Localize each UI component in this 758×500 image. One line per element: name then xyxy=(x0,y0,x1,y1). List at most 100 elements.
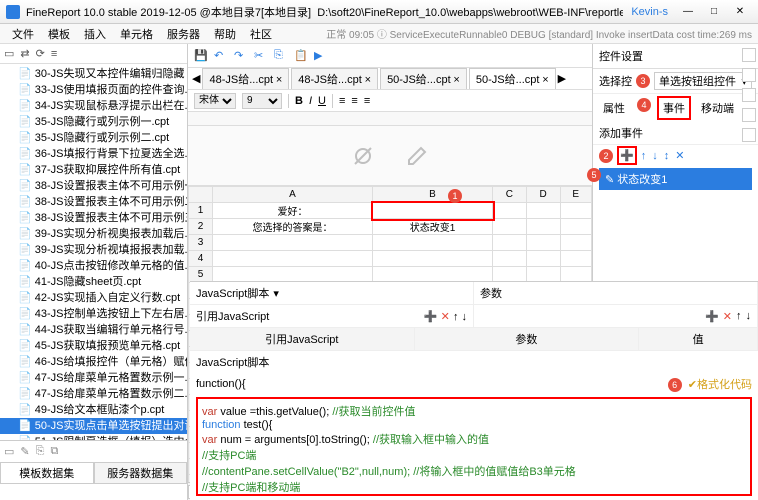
cell[interactable] xyxy=(493,251,527,267)
move-up-icon[interactable]: ↑ xyxy=(641,150,647,162)
side-icon[interactable] xyxy=(742,88,756,102)
widget-select[interactable]: 单选按钮组控件▾ xyxy=(654,72,752,90)
tree-item[interactable]: 📄 49-JS给文本框贴漆个p.cpt xyxy=(0,402,187,418)
format-code-button[interactable]: ✔格式化代码 xyxy=(688,379,752,391)
tree-item[interactable]: 📄 38-JS设置报表主体不可用示例三 xyxy=(0,210,187,226)
file-tree[interactable]: 📄 30-JS失现又本控件编辑归隐藏📄 33-JS使用填报页面的控件查询.cpt… xyxy=(0,64,187,440)
cell[interactable] xyxy=(560,251,591,267)
ds-copy-icon[interactable]: ⧉ xyxy=(50,445,58,458)
move-down-icon[interactable]: ↓ xyxy=(652,150,658,162)
user-link[interactable]: Kevin-s xyxy=(631,6,668,18)
side-icon[interactable] xyxy=(742,48,756,62)
tab-mobile[interactable]: 移动端 xyxy=(697,98,738,118)
cell[interactable] xyxy=(526,203,560,219)
tab-property[interactable]: 属性 xyxy=(599,98,629,118)
tabs-scroll-right[interactable]: ▶ xyxy=(558,72,566,85)
add-event-button[interactable]: ➕ xyxy=(619,148,635,163)
event-item[interactable]: ✎ 状态改变1 xyxy=(599,168,752,190)
sort-icon[interactable]: ↕ xyxy=(664,150,670,162)
add-icon[interactable]: ➕ xyxy=(424,311,438,323)
remove-icon[interactable]: ✕ xyxy=(723,310,732,323)
tree-item[interactable]: 📄 33-JS使用填报页面的控件查询.cpt xyxy=(0,82,187,98)
cell[interactable] xyxy=(493,219,527,235)
tree-item[interactable]: 📄 39-JS实现分析视填报报表加载.t xyxy=(0,242,187,258)
remove-icon[interactable]: ✕ xyxy=(441,311,450,323)
doc-tab[interactable]: 48-JS给...cpt × xyxy=(291,68,378,90)
cell[interactable] xyxy=(526,235,560,251)
tree-item[interactable]: 📄 47-JS给扉菜单元格置数示例二.cp xyxy=(0,386,187,402)
tree-item[interactable]: 📄 44-JS获取当编辑行单元格行号.t xyxy=(0,322,187,338)
cell[interactable] xyxy=(213,251,373,267)
menu-cell[interactable]: 单元格 xyxy=(114,24,159,44)
cell[interactable] xyxy=(560,203,591,219)
down-icon[interactable]: ↓ xyxy=(746,310,752,322)
tree-item[interactable]: 📄 45-JS获取填报预览单元格.cpt xyxy=(0,338,187,354)
tree-item[interactable]: 📄 34-JS实现鼠标悬浮提示出栏在.t xyxy=(0,98,187,114)
menu-insert[interactable]: 插入 xyxy=(78,24,112,44)
italic-button[interactable]: I xyxy=(309,95,312,107)
menu-server[interactable]: 服务器 xyxy=(161,24,206,44)
doc-tab[interactable]: 50-JS给...cpt × xyxy=(469,68,556,90)
menu-community[interactable]: 社区 xyxy=(244,24,278,44)
size-select[interactable]: 9 xyxy=(242,93,282,109)
cell[interactable] xyxy=(560,235,591,251)
ds-del-icon[interactable]: ⎘ xyxy=(36,445,45,458)
cell[interactable] xyxy=(373,203,493,219)
tree-item[interactable]: 📄 46-JS给填报控件（单元格）赋值 xyxy=(0,354,187,370)
tab-template-ds[interactable]: 模板数据集 xyxy=(0,462,94,484)
cell[interactable] xyxy=(493,235,527,251)
tree-item[interactable]: 📄 42-JS实现插入自定义行数.cpt xyxy=(0,290,187,306)
code-editor[interactable]: var value =this.getValue(); //获取当前控件值 fu… xyxy=(196,397,752,496)
cell[interactable] xyxy=(493,203,527,219)
save-icon[interactable]: 💾 xyxy=(194,49,208,63)
tab-event[interactable]: 事件 xyxy=(659,98,689,118)
tree-item[interactable]: 📄 36-JS填报行背景下拉夏选全选.t xyxy=(0,146,187,162)
menu-template[interactable]: 模板 xyxy=(42,24,76,44)
tree-item[interactable]: 📄 47-JS给扉菜单元格置数示例一.cp xyxy=(0,370,187,386)
up-icon[interactable]: ↑ xyxy=(453,311,459,323)
paste-icon[interactable]: 📋 xyxy=(294,49,308,63)
minimize-button[interactable]: — xyxy=(676,4,700,20)
copy-icon[interactable]: ⎘ xyxy=(274,49,288,63)
cell[interactable]: 您选择的答案是： xyxy=(213,219,373,235)
cell[interactable]: 状态改变1 xyxy=(373,219,493,235)
tree-item[interactable]: 📄 37-JS获取抑展控件所有值.cpt xyxy=(0,162,187,178)
redo-icon[interactable]: ↷ xyxy=(234,49,248,63)
cell[interactable]: 爱好： xyxy=(213,203,373,219)
tree-item[interactable]: 📄 30-JS失现又本控件编辑归隐藏 xyxy=(0,66,187,82)
collapse-icon[interactable]: ≡ xyxy=(51,48,57,60)
tree-item[interactable]: 📄 40-JS点击按钮修改单元格的值.t xyxy=(0,258,187,274)
undo-icon[interactable]: ↶ xyxy=(214,49,228,63)
doc-tab[interactable]: 50-JS给...cpt × xyxy=(380,68,467,90)
tabs-scroll-left[interactable]: ◀ xyxy=(192,72,200,85)
down-icon[interactable]: ↓ xyxy=(462,311,468,323)
ds-edit-icon[interactable]: ✎ xyxy=(20,445,29,458)
delete-event-icon[interactable]: ✕ xyxy=(675,149,684,162)
tree-item[interactable]: 📄 50-JS实现点击单选按钮提出对话框 xyxy=(0,418,187,434)
menu-file[interactable]: 文件 xyxy=(6,24,40,44)
side-icon[interactable] xyxy=(742,108,756,122)
add-icon[interactable]: ➕ xyxy=(705,310,719,323)
font-select[interactable]: 宋体 xyxy=(194,93,236,109)
up-icon[interactable]: ↑ xyxy=(736,310,742,322)
align-center-icon[interactable]: ≡ xyxy=(351,95,357,107)
new-icon[interactable]: ▭ xyxy=(4,47,14,60)
bold-button[interactable]: B xyxy=(295,95,303,107)
cell[interactable] xyxy=(526,251,560,267)
tab-server-ds[interactable]: 服务器数据集 xyxy=(94,462,188,484)
tree-item[interactable]: 📄 43-JS控制单选按钮上下左右居.t xyxy=(0,306,187,322)
tree-item[interactable]: 📄 35-JS隐藏行或列示例一.cpt xyxy=(0,114,187,130)
underline-button[interactable]: U xyxy=(318,95,326,107)
tree-item[interactable]: 📄 38-JS设置报表主体不可用示例一 xyxy=(0,178,187,194)
open-icon[interactable]: ⇄ xyxy=(20,47,29,60)
doc-tab[interactable]: 48-JS给...cpt × xyxy=(202,68,289,90)
tree-item[interactable]: 📄 38-JS设置报表主体不可用示例二 xyxy=(0,194,187,210)
cell[interactable] xyxy=(373,251,493,267)
cut-icon[interactable]: ✂ xyxy=(254,49,268,63)
cell[interactable] xyxy=(560,219,591,235)
align-left-icon[interactable]: ≡ xyxy=(339,95,345,107)
side-icon[interactable] xyxy=(742,68,756,82)
preview-icon[interactable]: ▶ xyxy=(314,49,328,63)
tree-item[interactable]: 📄 39-JS实现分析视奥报表加载后.t xyxy=(0,226,187,242)
cell[interactable] xyxy=(526,219,560,235)
